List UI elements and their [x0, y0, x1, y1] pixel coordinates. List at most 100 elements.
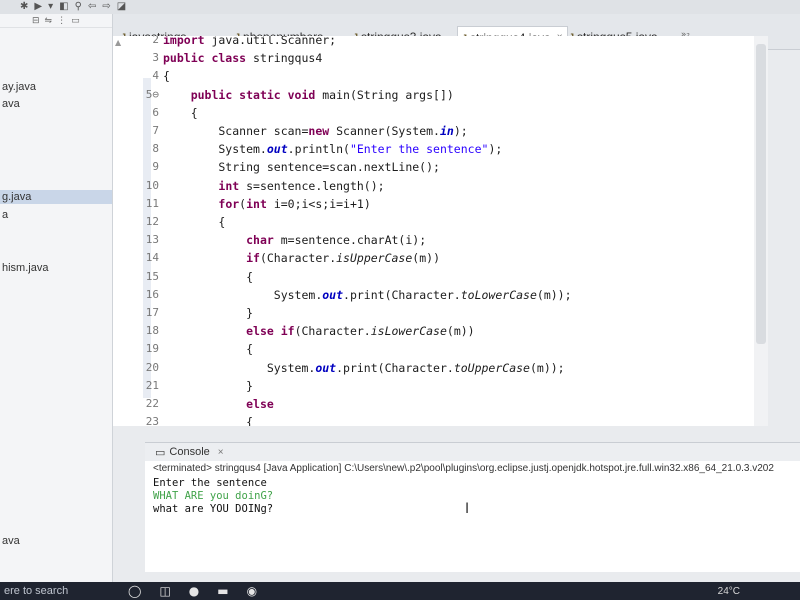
package-explorer-item[interactable]: ay.java — [0, 80, 38, 94]
code-text: } — [163, 306, 254, 320]
code-text: for(int i=0;i<s;i=i+1) — [218, 196, 371, 211]
line-number: 19 — [145, 342, 159, 356]
console-output-line: Enter the sentence — [153, 477, 267, 489]
code-text: } — [163, 378, 254, 393]
code-line: 4{ — [113, 68, 768, 84]
toolbar-back-icon[interactable]: ⇦ — [88, 0, 96, 14]
code-text: String sentence=scan.nextLine(); — [163, 160, 440, 175]
code-line: 15 { — [113, 269, 768, 285]
code-text: public static void main(String args[]) — [190, 87, 454, 102]
code-text: { — [163, 342, 254, 357]
code-text: System.out.println("Enter the sentence")… — [163, 142, 503, 157]
code-text: { — [163, 215, 226, 229]
code-line: 14 if(Character.isUpperCase(m)) — [113, 250, 768, 266]
code-line: 23 { — [113, 414, 768, 426]
code-text: { — [163, 269, 254, 284]
package-explorer-item[interactable]: ava — [0, 97, 22, 111]
line-number: 12 — [145, 215, 159, 228]
code-line: 9 String sentence=scan.nextLine(); — [113, 159, 768, 175]
console-input-line: WHAT ARE you doinG? — [153, 490, 274, 502]
package-explorer-item[interactable]: a — [0, 208, 10, 222]
editor-vertical-scrollbar[interactable] — [754, 36, 768, 426]
line-number: 2 — [152, 36, 159, 46]
code-editor[interactable]: ▲ 2 import java.util.Scanner; 3 public clas… — [113, 36, 768, 426]
line-number: 10 — [145, 178, 159, 192]
line-number: 5⊖ — [145, 87, 159, 101]
line-number: 23 — [145, 415, 159, 426]
code-line: 18 else if(Character.isLowerCase(m)) — [113, 323, 768, 339]
code-text: public class stringqus4 — [163, 51, 323, 66]
view-menu-icon[interactable]: ⋮ — [57, 16, 66, 26]
console-tab-label: Console — [169, 446, 210, 458]
code-line: 7 Scanner scan=new Scanner(System.in); — [113, 123, 768, 139]
toolbar-open-perspective-icon[interactable]: ◪ — [117, 0, 126, 14]
code-line: 13 char m=sentence.charAt(i); — [113, 232, 768, 248]
code-text: if(Character.isUpperCase(m)) — [246, 251, 440, 266]
package-explorer: ⊟ ⇋ ⋮ ▭ ay.java ava g.java a hism.java a… — [0, 14, 113, 582]
code-line: 21 } — [113, 378, 768, 394]
package-explorer-item[interactable]: hism.java — [0, 261, 50, 275]
windows-taskbar: ere to search ◯ ◫ ● ▬ ◉ 24°C — [0, 582, 800, 600]
console-output-line: what are YOU DOINg? — [153, 503, 274, 515]
toolbar-new-icon[interactable]: ◧ — [59, 0, 68, 14]
line-number: 6 — [152, 105, 159, 119]
line-number: 20 — [145, 360, 159, 374]
code-text: Scanner scan=new Scanner(System.in); — [163, 124, 468, 138]
code-line: 5⊖ public static void main(String args[]… — [113, 87, 768, 103]
link-editor-icon[interactable]: ⇋ — [45, 16, 53, 26]
code-line: 22 else — [113, 396, 768, 412]
console-status-line: <terminated> stringqus4 [Java Applicatio… — [153, 463, 774, 474]
toolbar-search-icon[interactable]: ⚲ — [75, 0, 82, 14]
line-number: 22 — [145, 397, 159, 410]
console-view: ▭ Console × <terminated> stringqus4 [Jav… — [145, 442, 800, 572]
line-number: 7 — [152, 124, 159, 137]
package-explorer-item[interactable]: ava — [0, 534, 22, 548]
file-explorer-icon[interactable]: ▬ — [217, 584, 228, 598]
collapse-all-icon[interactable]: ⊟ — [32, 16, 40, 26]
code-line: 17 } — [113, 305, 768, 321]
code-line: 12 { — [113, 214, 768, 230]
code-text: import java.util.Scanner; — [163, 36, 337, 47]
line-number: 13 — [145, 233, 159, 247]
line-number: 18 — [145, 324, 159, 338]
task-view-icon[interactable]: ◯ — [128, 584, 141, 598]
code-text: char m=sentence.charAt(i); — [246, 233, 427, 248]
text-cursor-icon: I — [465, 501, 470, 517]
edge-browser-icon[interactable]: ● — [189, 584, 199, 598]
code-text: { — [163, 415, 254, 426]
code-line: 8 System.out.println("Enter the sentence… — [113, 141, 768, 157]
chrome-browser-icon[interactable]: ◉ — [247, 584, 257, 598]
code-line: 19 { — [113, 341, 768, 357]
taskbar-app-icon[interactable]: ◫ — [159, 584, 170, 598]
console-icon: ▭ — [155, 446, 166, 459]
package-explorer-item[interactable]: g.java — [0, 190, 112, 204]
close-console-icon[interactable]: × — [218, 447, 224, 458]
code-line: 20 System.out.print(Character.toUpperCas… — [113, 360, 768, 376]
line-number: 9 — [152, 160, 159, 174]
taskbar-search[interactable]: ere to search — [0, 585, 110, 597]
code-text: else — [246, 397, 274, 411]
toolbar-dropdown-icon[interactable]: ▾ — [48, 0, 53, 14]
line-number: 16 — [145, 287, 159, 301]
toolbar-run-icon[interactable]: ▶ — [34, 0, 42, 14]
minimize-icon[interactable]: ▭ — [71, 16, 80, 26]
editor-scroll-thumb[interactable] — [756, 44, 766, 344]
line-number: 4 — [152, 69, 159, 83]
code-line: 3 public class stringqus4 — [113, 50, 768, 66]
code-text: else if(Character.isLowerCase(m)) — [246, 324, 475, 339]
line-number: 21 — [145, 378, 159, 392]
line-number: 8 — [152, 142, 159, 156]
code-line: 10 int s=sentence.length(); — [113, 178, 768, 194]
code-line: 11 for(int i=0;i<s;i=i+1) — [113, 196, 768, 212]
code-text: System.out.print(Character.toLowerCase(m… — [163, 287, 572, 302]
toolbar-debug-icon[interactable]: ✱ — [20, 0, 28, 14]
toolbar-forward-icon[interactable]: ⇨ — [102, 0, 110, 14]
main-toolbar: ✱ ▶ ▾ ◧ ⚲ ⇦ ⇨ ◪ — [0, 0, 800, 14]
console-tab[interactable]: ▭ Console × — [145, 443, 800, 461]
code-line: 2 import java.util.Scanner; — [113, 36, 768, 48]
line-number: 3 — [152, 51, 159, 65]
weather-indicator[interactable]: 24°C — [718, 586, 740, 597]
code-text: { — [163, 69, 170, 84]
package-explorer-toolbar: ⊟ ⇋ ⋮ ▭ — [0, 14, 112, 28]
line-number: 11 — [145, 196, 159, 210]
